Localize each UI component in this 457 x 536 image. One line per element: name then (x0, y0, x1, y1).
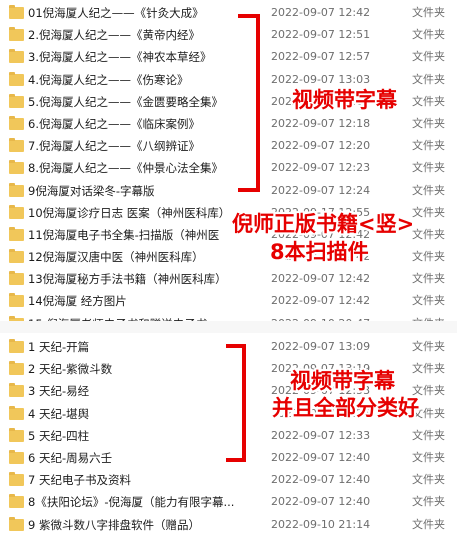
file-type: 文件夹 (412, 495, 445, 509)
folder-icon (9, 49, 24, 64)
file-type: 文件夹 (412, 272, 445, 286)
folder-name: 3.倪海厦人纪之——《神农本草经》 (28, 50, 212, 65)
file-type: 文件夹 (412, 183, 445, 197)
folder-name: 12倪海厦汉唐中医（神州医科库） (28, 250, 204, 265)
folder-icon (9, 383, 24, 398)
file-type: 文件夹 (412, 362, 445, 376)
modified-date: 2022-09-07 12:42 (271, 6, 371, 19)
modified-date: 2022-09-07 12:42 (271, 272, 371, 286)
file-type: 文件夹 (412, 450, 445, 464)
folder-row[interactable]: 2.倪海厦人纪之——《黄帝内经》 2022-09-07 12:51 文件夹 (0, 24, 457, 46)
annotation-scans: 8本扫描件 (270, 240, 369, 264)
folder-name: 13倪海厦秘方手法书籍（神州医科库） (28, 272, 227, 287)
file-type: 文件夹 (412, 139, 445, 153)
modified-date: 2022-09-07 12:20 (271, 139, 371, 153)
folder-row[interactable]: 6.倪海厦人纪之——《临床案例》 2022-09-07 12:18 文件夹 (0, 113, 457, 135)
file-type: 文件夹 (412, 28, 445, 42)
folder-name: 7.倪海厦人纪之——《八纲辨证》 (28, 139, 200, 154)
folder-row[interactable]: 8.倪海厦人纪之——《仲景心法全集》 2022-09-07 12:23 文件夹 (0, 157, 457, 179)
folder-icon (9, 449, 24, 464)
annotation-subtitle-video-2: 视频带字幕 (290, 369, 395, 393)
folder-icon (9, 226, 24, 241)
file-type: 文件夹 (412, 94, 445, 108)
file-type: 文件夹 (412, 205, 445, 219)
list-separator (0, 321, 457, 333)
folder-icon (9, 5, 24, 19)
file-type: 文件夹 (412, 161, 445, 175)
folder-icon (9, 93, 24, 108)
file-type: 文件夹 (412, 50, 445, 64)
modified-date: 2022-09-07 12:24 (271, 183, 371, 197)
folder-name: 4.倪海厦人纪之——《伤寒论》 (28, 72, 189, 87)
modified-date: 2022-09-07 12:40 (271, 473, 371, 487)
folder-row[interactable]: 7.倪海厦人纪之——《八纲辨证》 2022-09-07 12:20 文件夹 (0, 135, 457, 157)
folder-row[interactable]: 9倪海厦对话梁冬-字幕版 2022-09-07 12:24 文件夹 (0, 180, 457, 202)
file-type: 文件夹 (412, 72, 445, 86)
modified-date: 2022-09-07 12:40 (271, 450, 371, 464)
modified-date: 2022-09-07 12:33 (271, 428, 371, 442)
folder-name: 14倪海厦 经方图片 (28, 294, 127, 309)
folder-name: 8.倪海厦人纪之——《仲景心法全集》 (28, 161, 223, 176)
modified-date: 2022-09-07 12:40 (271, 495, 371, 509)
folder-row[interactable]: 7 天纪电子书及资料 2022-09-07 12:40 文件夹 (0, 469, 457, 491)
annotation-books: 倪师正版书籍<竖> (232, 212, 415, 236)
folder-icon (9, 339, 24, 353)
folder-name: 9倪海厦对话梁冬-字幕版 (28, 183, 155, 198)
annotation-bracket-2 (226, 344, 246, 462)
folder-row[interactable]: 3.倪海厦人纪之——《神农本草经》 2022-09-07 12:57 文件夹 (0, 46, 457, 68)
folder-icon (9, 204, 24, 219)
folder-icon (9, 405, 24, 420)
file-type: 文件夹 (412, 428, 445, 442)
file-list-group-1: 01倪海厦人纪之——《针灸大成》 2022-09-07 12:42 文件夹 2.倪海厦… (0, 2, 457, 335)
folder-row[interactable]: 14倪海厦 经方图片 2022-09-07 12:42 文件夹 (0, 290, 457, 312)
folder-name: 7 天纪电子书及资料 (28, 473, 131, 488)
file-type: 文件夹 (412, 116, 445, 130)
folder-icon (9, 115, 24, 130)
folder-icon (9, 293, 24, 308)
annotation-bracket-1 (238, 14, 260, 192)
folder-name: 01倪海厦人纪之——《针灸大成》 (28, 6, 204, 20)
annotation-categorized: 并且全部分类好 (272, 396, 419, 420)
folder-row[interactable]: 8《扶阳论坛》-倪海厦（能力有限字幕... 2022-09-07 12:40 文件夹 (0, 491, 457, 513)
modified-date: 2022-09-07 12:23 (271, 161, 371, 175)
file-type: 文件夹 (412, 340, 445, 353)
folder-row[interactable]: 01倪海厦人纪之——《针灸大成》 2022-09-07 12:42 文件夹 (0, 2, 457, 24)
folder-icon (9, 427, 24, 442)
folder-icon (9, 27, 24, 42)
folder-name: 6.倪海厦人纪之——《临床案例》 (28, 116, 200, 131)
file-type: 文件夹 (412, 473, 445, 487)
modified-date: 2022-09-07 12:51 (271, 28, 371, 42)
folder-name: 2.倪海厦人纪之——《黄帝内经》 (28, 28, 200, 43)
folder-name: 8《扶阳论坛》-倪海厦（能力有限字幕... (28, 495, 235, 510)
folder-icon (9, 138, 24, 153)
file-type: 文件夹 (412, 294, 445, 308)
folder-row[interactable]: 13倪海厦秘方手法书籍（神州医科库） 2022-09-07 12:42 文件夹 (0, 268, 457, 290)
file-type: 文件夹 (412, 227, 445, 241)
folder-icon (9, 249, 24, 264)
folder-name: 5.倪海厦人纪之——《金匮要略全集》 (28, 94, 223, 109)
folder-icon (9, 182, 24, 197)
folder-icon (9, 160, 24, 175)
folder-icon (9, 494, 24, 509)
folder-icon (9, 361, 24, 376)
folder-icon (9, 271, 24, 286)
file-type: 文件夹 (412, 6, 445, 19)
folder-icon (9, 472, 24, 487)
folder-row[interactable]: 12倪海厦汉唐中医（神州医科库） 2022-09-07 12:42 文件夹 (0, 246, 457, 268)
modified-date: 2022-09-07 12:42 (271, 294, 371, 308)
annotation-subtitle-video: 视频带字幕 (292, 88, 397, 112)
folder-icon (9, 71, 24, 86)
modified-date: 2022-09-07 12:57 (271, 50, 371, 64)
file-type: 文件夹 (412, 250, 445, 264)
modified-date: 2022-09-07 13:09 (271, 340, 371, 353)
modified-date: 2022-09-07 12:18 (271, 116, 371, 130)
